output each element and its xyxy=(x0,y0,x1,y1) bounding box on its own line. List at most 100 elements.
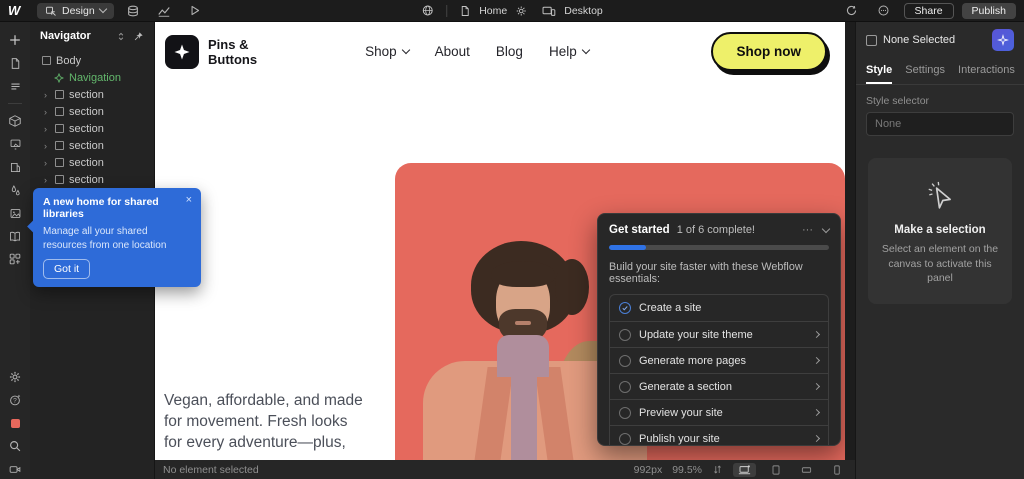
checklist-item-generate-pages[interactable]: Generate more pages xyxy=(610,347,828,373)
breakpoint-phone-landscape-button[interactable] xyxy=(796,463,817,477)
expand-chevron-icon[interactable]: › xyxy=(44,175,50,185)
style-selector-input[interactable]: None xyxy=(866,112,1014,136)
tree-item-navigation[interactable]: Navigation xyxy=(30,69,154,86)
breakpoint-desktop-button[interactable] xyxy=(733,463,756,477)
chevron-right-icon xyxy=(813,409,820,416)
selection-label: None Selected xyxy=(883,34,955,46)
droplets-icon xyxy=(9,184,22,197)
checklist-item-generate-section[interactable]: Generate a section xyxy=(610,373,828,399)
expand-chevron-icon[interactable]: › xyxy=(44,141,50,151)
checklist-item-create-site[interactable]: Create a site xyxy=(610,295,828,321)
tree-item-body[interactable]: Body xyxy=(30,52,154,69)
variables-button[interactable] xyxy=(3,180,27,200)
get-started-title: Get started xyxy=(609,224,670,236)
tree-item-section[interactable]: ›section xyxy=(30,103,154,120)
sparkle-icon xyxy=(997,34,1009,46)
style-manager-button[interactable] xyxy=(3,134,27,154)
cms-button[interactable] xyxy=(121,2,145,20)
tab-interactions[interactable]: Interactions xyxy=(958,60,1015,84)
book-icon xyxy=(8,230,22,243)
man-mouth xyxy=(515,321,531,325)
got-it-button[interactable]: Got it xyxy=(43,259,90,279)
man-turtleneck xyxy=(511,367,537,460)
laptop-icon xyxy=(737,464,752,476)
image-icon xyxy=(9,207,22,220)
apps-grid-icon xyxy=(8,252,22,266)
search-icon xyxy=(8,439,22,453)
cursor-icon xyxy=(922,178,958,214)
design-mode-dropdown[interactable]: Design xyxy=(37,3,114,19)
analyze-button[interactable] xyxy=(152,2,176,20)
hero-paragraph[interactable]: Vegan, affordable, and made for movement… xyxy=(164,390,404,453)
more-options-icon[interactable]: ··· xyxy=(802,224,813,236)
libraries-button[interactable] xyxy=(3,226,27,246)
element-icon xyxy=(55,107,64,116)
add-element-button[interactable] xyxy=(3,30,27,50)
component-icon xyxy=(54,73,64,83)
checklist-item-preview-site[interactable]: Preview your site xyxy=(610,399,828,425)
chevron-right-icon xyxy=(813,435,820,442)
tree-item-section[interactable]: ›section xyxy=(30,171,154,188)
nav-link-shop[interactable]: Shop xyxy=(365,44,409,59)
pin-icon[interactable] xyxy=(133,31,144,42)
checklist-item-publish-site[interactable]: Publish your site xyxy=(610,425,828,446)
chevron-right-icon xyxy=(813,383,820,390)
video-tutorials-button[interactable] xyxy=(3,459,27,479)
webflow-logo[interactable]: W xyxy=(8,3,30,18)
sync-button[interactable] xyxy=(840,2,864,20)
site-brand[interactable]: Pins & Buttons xyxy=(208,37,257,67)
current-page-label[interactable]: Home xyxy=(479,5,507,17)
database-icon xyxy=(126,4,140,18)
comments-button[interactable] xyxy=(872,2,896,20)
expand-chevron-icon[interactable]: › xyxy=(44,124,50,134)
expand-chevron-icon[interactable]: › xyxy=(44,90,50,100)
design-label: Design xyxy=(62,5,95,17)
search-button[interactable] xyxy=(3,436,27,456)
checklist-item-update-theme[interactable]: Update your site theme xyxy=(610,321,828,347)
site-canvas[interactable]: Pins & Buttons Shop About Blog Help Shop… xyxy=(155,22,845,460)
style-selector-label: Style selector xyxy=(856,85,1024,112)
site-logo[interactable] xyxy=(165,35,199,69)
breakpoint-label[interactable]: Desktop xyxy=(564,5,603,17)
interactions-button[interactable] xyxy=(3,157,27,177)
settings-button[interactable] xyxy=(3,367,27,387)
share-button[interactable]: Share xyxy=(904,3,954,19)
chevron-down-icon xyxy=(581,46,589,54)
tree-item-section[interactable]: ›section xyxy=(30,137,154,154)
close-icon[interactable]: × xyxy=(186,194,192,206)
ai-assistant-button[interactable] xyxy=(992,29,1014,51)
nav-link-help[interactable]: Help xyxy=(549,44,589,59)
breakpoint-tablet-button[interactable] xyxy=(766,463,786,477)
phone-portrait-icon xyxy=(831,464,843,476)
collapse-icon[interactable] xyxy=(116,31,126,42)
components-button[interactable] xyxy=(3,111,27,131)
expand-chevron-icon[interactable]: › xyxy=(44,158,50,168)
element-icon xyxy=(55,90,64,99)
menu-lines-icon xyxy=(9,80,22,93)
gear-icon[interactable] xyxy=(515,5,527,17)
devices-icon xyxy=(541,4,556,17)
preview-button[interactable] xyxy=(183,2,207,20)
status-indicator[interactable] xyxy=(3,413,27,433)
assets-button[interactable] xyxy=(3,203,27,223)
publish-button[interactable]: Publish xyxy=(962,3,1016,19)
nav-link-blog[interactable]: Blog xyxy=(496,44,523,59)
help-button[interactable]: ? xyxy=(3,390,27,410)
tab-settings[interactable]: Settings xyxy=(905,60,945,84)
navigator-button[interactable] xyxy=(3,76,27,96)
globe-icon[interactable] xyxy=(421,4,434,17)
tree-item-section[interactable]: ›section xyxy=(30,154,154,171)
shop-now-button[interactable]: Shop now xyxy=(711,32,828,71)
zoom-level-value[interactable]: 99.5% xyxy=(672,464,702,476)
breakpoint-phone-portrait-button[interactable] xyxy=(827,463,847,477)
canvas-width-value[interactable]: 992px xyxy=(634,464,663,476)
tab-style[interactable]: Style xyxy=(866,60,892,84)
expand-chevron-icon[interactable]: › xyxy=(44,107,50,117)
pages-button[interactable] xyxy=(3,53,27,73)
fit-zoom-icon[interactable] xyxy=(712,464,723,475)
apps-button[interactable] xyxy=(3,249,27,269)
tree-item-section[interactable]: ›section xyxy=(30,120,154,137)
collapse-chevron-icon[interactable] xyxy=(822,224,830,232)
nav-link-about[interactable]: About xyxy=(435,44,470,59)
tree-item-section[interactable]: ›section xyxy=(30,86,154,103)
